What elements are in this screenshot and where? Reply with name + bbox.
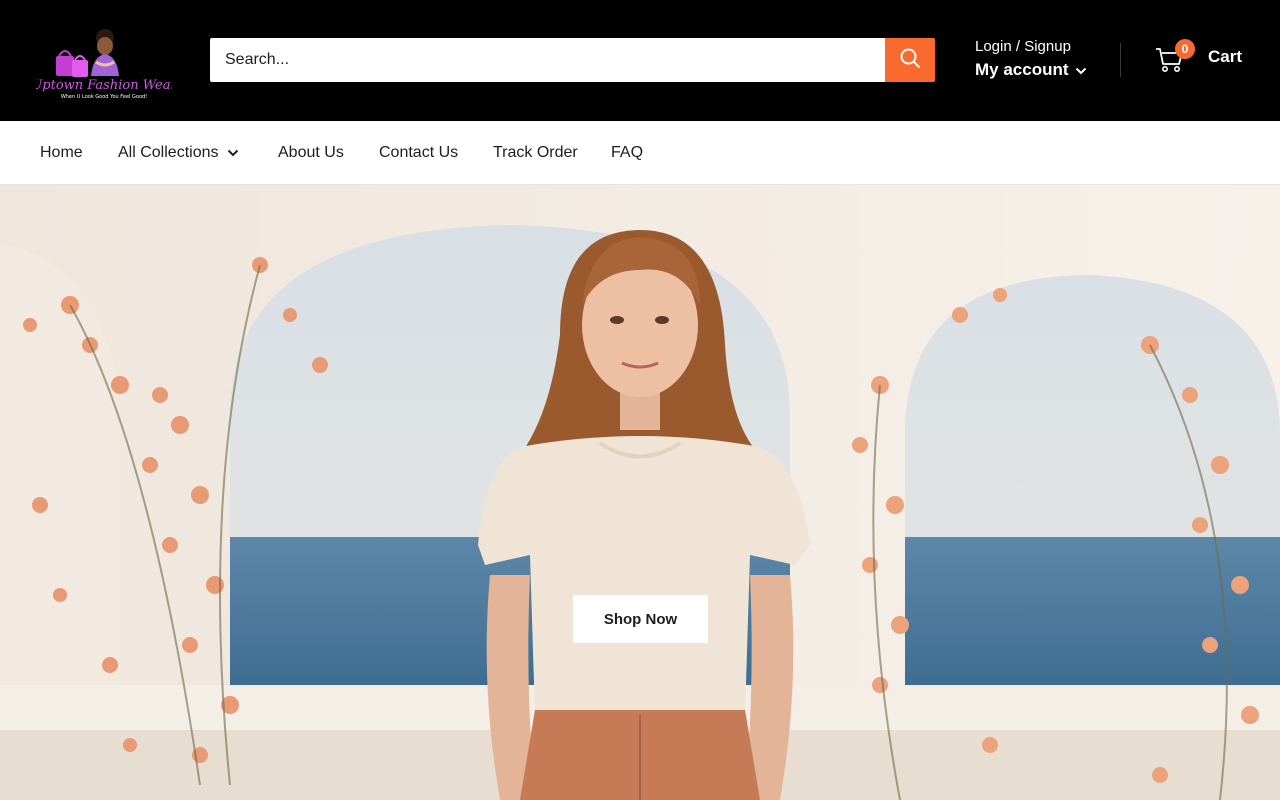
shop-now-button[interactable]: Shop Now [573,595,708,643]
brand-logo[interactable]: Uptown Fashion Wear When U Look Good You… [31,18,177,104]
nav-about-us[interactable]: About Us [278,143,344,163]
brand-wordmark: Uptown Fashion Wear [36,78,172,93]
search-input[interactable] [210,38,885,82]
cart-label: Cart [1208,47,1243,66]
login-signup-link[interactable]: Login / Signup [975,37,1087,57]
nav-faq[interactable]: FAQ [611,143,643,163]
account-area: Login / Signup My account [975,37,1087,83]
my-account-menu[interactable]: My account [975,57,1087,83]
hero-banner: Shop Now [0,185,1280,800]
nav-track-order[interactable]: Track Order [493,143,578,163]
nav-contact-us[interactable]: Contact Us [379,143,458,163]
nav-collections-label: All Collections [118,144,219,161]
site-header: Uptown Fashion Wear When U Look Good You… [0,0,1280,121]
cart-link[interactable]: 0 Cart [1155,39,1243,74]
nav-about-label: About Us [278,144,344,161]
search-icon [899,47,921,74]
nav-home-label: Home [40,144,83,161]
nav-track-label: Track Order [493,144,578,161]
header-divider [1120,43,1121,77]
hero-image [0,185,1280,800]
nav-faq-label: FAQ [611,144,644,161]
nav-home[interactable]: Home [40,143,83,163]
nav-contact-label: Contact Us [379,144,459,161]
search-bar [210,38,935,82]
brand-tagline: When U Look Good You Feel Good! [61,94,147,100]
my-account-label: My account [975,60,1069,79]
nav-all-collections[interactable]: All Collections [118,143,239,163]
chevron-down-icon [227,143,239,163]
main-navigation: Home All Collections About Us Contact Us… [0,121,1280,185]
chevron-down-icon [1075,57,1087,83]
cart-icon: 0 [1155,39,1195,74]
cart-count-badge: 0 [1175,39,1195,59]
search-button[interactable] [885,38,935,82]
